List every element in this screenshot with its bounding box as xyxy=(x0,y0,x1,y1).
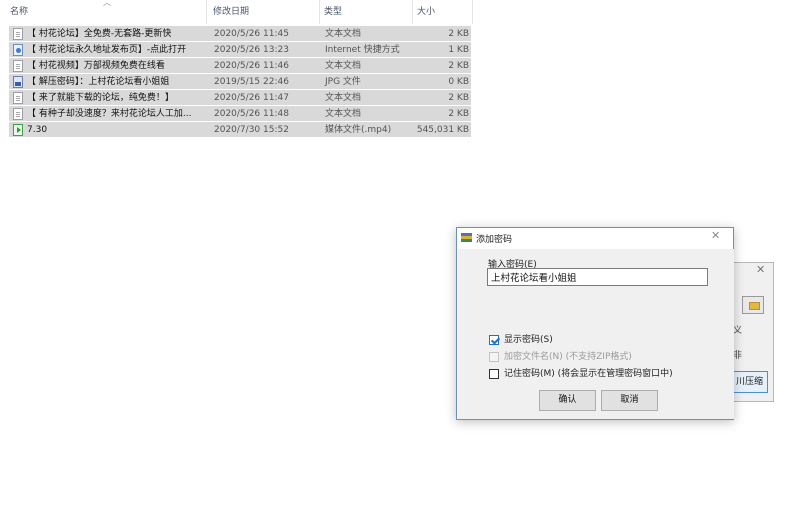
winrar-app-icon xyxy=(461,233,472,243)
checkbox-unchecked[interactable] xyxy=(489,369,499,379)
close-icon[interactable]: ✕ xyxy=(711,229,720,242)
file-type: 媒体文件(.mp4) xyxy=(325,125,392,135)
browse-folder-button[interactable] xyxy=(742,296,764,314)
ok-button[interactable]: 确认 xyxy=(539,390,596,411)
file-list-header: ︿ 名称 修改日期 类型 大小 xyxy=(0,0,475,26)
column-header-name[interactable]: 名称 xyxy=(10,0,28,24)
file-date: 2020/5/26 11:48 xyxy=(214,109,289,119)
file-name: 【 解压密码】：上村花论坛看小姐姐 xyxy=(27,77,170,87)
remember-password-label: 记住密码(M) (将会显示在管理密码窗口中) xyxy=(504,369,673,379)
add-password-dialog: 添加密码 ✕ 输入密码(E) 显示密码(S) 加密文件名(N) (不支持ZIP格… xyxy=(456,227,734,420)
file-name: 【 有种子却没速度？来村花论坛人工加... xyxy=(27,109,192,119)
file-list: 【 村花论坛】全免费-无套路-更新快 2020/5/26 11:45 文本文档 … xyxy=(9,26,471,138)
internet-shortcut-icon xyxy=(13,44,23,56)
password-input[interactable] xyxy=(487,268,708,286)
file-size: 2 KB xyxy=(448,93,469,103)
file-name: 7.30 xyxy=(27,125,48,135)
file-type: 文本文档 xyxy=(325,29,362,39)
file-row[interactable]: 【 村花论坛】全免费-无套路-更新快 2020/5/26 11:45 文本文档 … xyxy=(9,26,471,42)
file-name: 【 村花论坛】全免费-无套路-更新快 xyxy=(27,29,172,39)
file-size: 2 KB xyxy=(448,29,469,39)
file-date: 2020/5/26 11:45 xyxy=(214,29,289,39)
file-date: 2020/5/26 11:47 xyxy=(214,93,289,103)
file-row[interactable]: 【 解压密码】：上村花论坛看小姐姐 2019/5/15 22:46 JPG 文件… xyxy=(9,74,471,90)
file-date: 2019/5/15 22:46 xyxy=(214,77,289,87)
file-date: 2020/5/26 13:23 xyxy=(214,45,289,55)
file-row[interactable]: 【 村花视频】万部视频免费在线看 2020/5/26 11:46 文本文档 2 … xyxy=(9,58,471,74)
file-type: Internet 快捷方式 xyxy=(325,45,400,55)
column-divider[interactable] xyxy=(206,0,207,24)
dialog-body: 输入密码(E) 显示密码(S) 加密文件名(N) (不支持ZIP格式) 记住密码… xyxy=(458,249,734,419)
file-size: 545,031 KB xyxy=(416,125,469,135)
text-doc-icon xyxy=(13,108,23,120)
file-row[interactable]: 【 村花论坛永久地址发布页】-点此打开 2020/5/26 13:23 Inte… xyxy=(9,42,471,58)
bg-text: 义 xyxy=(733,326,743,336)
text-doc-icon xyxy=(13,28,23,40)
file-name: 【 村花论坛永久地址发布页】-点此打开 xyxy=(27,45,187,55)
column-divider[interactable] xyxy=(319,0,320,24)
column-divider[interactable] xyxy=(472,0,473,24)
file-type: 文本文档 xyxy=(325,61,362,71)
text-doc-icon xyxy=(13,60,23,72)
file-type: JPG 文件 xyxy=(325,77,361,87)
file-type: 文本文档 xyxy=(325,93,362,103)
column-header-date[interactable]: 修改日期 xyxy=(213,0,249,24)
dialog-title: 添加密码 xyxy=(476,235,513,245)
jpg-file-icon xyxy=(13,76,23,88)
file-row[interactable]: 7.30 2020/7/30 15:52 媒体文件(.mp4) 545,031 … xyxy=(9,122,471,138)
close-icon[interactable]: ✕ xyxy=(756,263,765,276)
column-header-size[interactable]: 大小 xyxy=(417,0,435,24)
file-size: 1 KB xyxy=(448,45,469,55)
dialog-titlebar[interactable]: 添加密码 ✕ xyxy=(457,228,733,248)
file-row[interactable]: 【 来了就能下载的论坛，纯免费！】 2020/5/26 11:47 文本文档 2… xyxy=(9,90,471,106)
column-header-type[interactable]: 类型 xyxy=(324,0,342,24)
video-file-icon xyxy=(13,124,23,136)
file-date: 2020/7/30 15:52 xyxy=(214,125,289,135)
file-size: 0 KB xyxy=(448,77,469,87)
file-name: 【 来了就能下载的论坛，纯免费！】 xyxy=(27,93,174,103)
sort-ascending-icon: ︿ xyxy=(103,0,111,7)
file-name: 【 村花视频】万部视频免费在线看 xyxy=(27,61,165,71)
cancel-button[interactable]: 取消 xyxy=(601,390,658,411)
encrypt-filenames-label: 加密文件名(N) (不支持ZIP格式) xyxy=(504,352,632,362)
file-size: 2 KB xyxy=(448,61,469,71)
file-row[interactable]: 【 有种子却没速度？来村花论坛人工加... 2020/5/26 11:48 文本… xyxy=(9,106,471,122)
checkbox-disabled xyxy=(489,352,499,362)
text-doc-icon xyxy=(13,92,23,104)
checkbox-checked[interactable] xyxy=(489,335,499,345)
bg-text: 非 xyxy=(733,351,743,361)
file-date: 2020/5/26 11:46 xyxy=(214,61,289,71)
file-type: 文本文档 xyxy=(325,109,362,119)
file-size: 2 KB xyxy=(448,109,469,119)
column-divider[interactable] xyxy=(412,0,413,24)
show-password-label: 显示密码(S) xyxy=(504,335,553,345)
